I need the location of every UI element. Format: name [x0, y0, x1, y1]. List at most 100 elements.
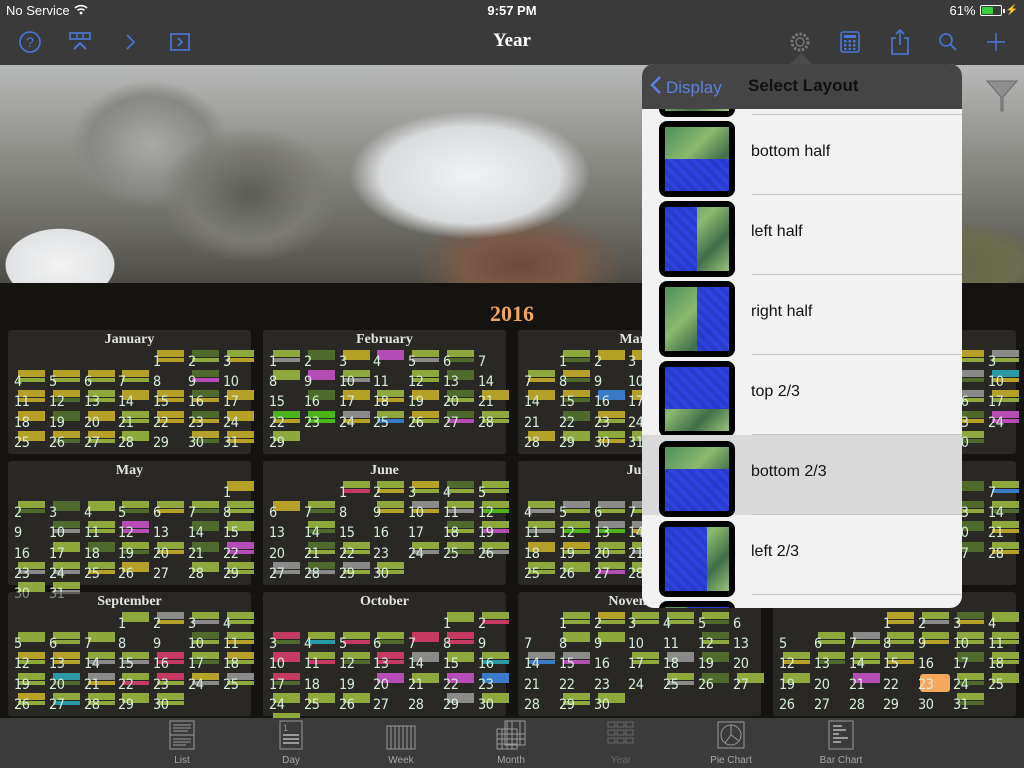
day-cell[interactable]: 25	[82, 561, 117, 582]
day-cell[interactable]: 23	[371, 542, 406, 562]
day-cell[interactable]: 23	[151, 672, 186, 693]
day-cell[interactable]: 19	[557, 541, 592, 562]
day-cell[interactable]: 26	[12, 692, 47, 713]
day-cell[interactable]: 5	[47, 370, 82, 390]
day-cell[interactable]: 23	[592, 410, 627, 431]
day-cell[interactable]: 22	[881, 673, 916, 693]
day-cell[interactable]: 24	[221, 410, 256, 431]
day-cell[interactable]: 22	[557, 673, 592, 693]
day-cell[interactable]: 30	[186, 430, 221, 451]
day-cell[interactable]: 12	[557, 521, 592, 541]
day-cell[interactable]: 13	[267, 521, 302, 541]
day-cell[interactable]: 25	[522, 561, 557, 582]
month-panel-november[interactable]: November 1 2 3 4 5 6 7 8 9 10 11 12 13 14 15 16 17 18 19 20 2…	[518, 592, 764, 716]
day-cell[interactable]: 10	[337, 370, 372, 390]
day-cell[interactable]: 7	[522, 632, 557, 652]
day-cell[interactable]: 5	[696, 612, 731, 632]
day-cell[interactable]: 5	[777, 632, 812, 652]
layout-option-bottom-two-thirds[interactable]: bottom 2/3	[642, 435, 962, 517]
day-cell[interactable]: 6	[731, 612, 766, 632]
day-cell[interactable]: 9	[302, 370, 337, 390]
day-cell[interactable]: 27	[592, 561, 627, 582]
day-cell[interactable]: 21	[847, 672, 882, 693]
day-cell[interactable]: 4	[441, 481, 476, 501]
day-cell[interactable]: 4	[661, 612, 696, 632]
day-cell[interactable]: 24	[986, 410, 1021, 431]
day-cell[interactable]: 9	[592, 632, 627, 652]
day-cell[interactable]: 29	[557, 692, 592, 713]
day-cell[interactable]: 26	[476, 541, 511, 562]
day-cell[interactable]: 21	[302, 541, 337, 562]
day-cell[interactable]: 30	[476, 692, 511, 713]
day-cell[interactable]: 22	[267, 410, 302, 431]
day-cell[interactable]: 19	[476, 521, 511, 541]
day-cell[interactable]: 17	[47, 541, 82, 562]
day-cell[interactable]: 26	[777, 693, 812, 713]
day-cell[interactable]: 19	[116, 541, 151, 562]
day-cell[interactable]: 3	[406, 481, 441, 501]
day-cell[interactable]: 6	[82, 370, 117, 390]
layout-options-list[interactable]: bottom half left half right half top 2/3 bot…	[642, 109, 962, 608]
day-cell[interactable]: 13	[441, 370, 476, 390]
day-cell[interactable]: 6	[371, 632, 406, 652]
day-cell[interactable]: 1	[267, 350, 302, 370]
day-cell[interactable]: 7	[476, 350, 511, 370]
day-cell[interactable]: 4	[82, 501, 117, 521]
day-cell[interactable]: 27	[151, 562, 186, 582]
day-cell[interactable]: 15	[557, 652, 592, 672]
day-cell[interactable]: 1	[116, 612, 151, 632]
day-cell[interactable]: 5	[476, 481, 511, 501]
calculator-icon[interactable]	[836, 30, 864, 54]
day-cell[interactable]: 25	[12, 430, 47, 451]
day-cell[interactable]: 4	[522, 501, 557, 521]
tab-year[interactable]: Year	[581, 720, 661, 768]
day-cell[interactable]: 25	[221, 672, 256, 693]
day-cell[interactable]: 11	[12, 390, 47, 410]
month-panel-september[interactable]: September 1 2 3 4 5 6 7 8 9 10 11 12 13 14 15 16 17 18 19 20…	[8, 592, 254, 716]
day-cell[interactable]: 20	[371, 672, 406, 693]
day-cell[interactable]: 7	[522, 370, 557, 390]
search-icon[interactable]	[934, 30, 962, 54]
day-cell[interactable]: 22	[221, 541, 256, 562]
day-cell[interactable]: 28	[522, 693, 557, 713]
day-cell[interactable]: 2	[12, 501, 47, 521]
day-cell[interactable]: 12	[12, 652, 47, 672]
day-cell[interactable]: 9	[186, 370, 221, 390]
day-cell[interactable]: 19	[12, 672, 47, 693]
day-cell[interactable]: 14	[82, 652, 117, 672]
day-cell[interactable]: 29	[221, 561, 256, 582]
day-cell[interactable]: 3	[951, 612, 986, 632]
day-cell[interactable]: 18	[82, 541, 117, 562]
day-cell[interactable]: 12	[696, 632, 731, 652]
day-cell[interactable]: 8	[116, 632, 151, 652]
day-cell[interactable]: 14	[302, 521, 337, 541]
day-cell[interactable]: 28	[406, 693, 441, 713]
day-cell[interactable]: 28	[476, 410, 511, 431]
day-cell[interactable]: 29	[557, 430, 592, 451]
day-cell[interactable]: 9	[371, 501, 406, 521]
day-cell[interactable]: 15	[441, 652, 476, 672]
day-cell[interactable]: 14	[522, 390, 557, 410]
day-cell[interactable]: 15	[881, 652, 916, 672]
day-cell[interactable]: 9	[151, 632, 186, 652]
day-cell[interactable]: 23	[476, 672, 511, 693]
day-cell[interactable]: 24	[951, 672, 986, 693]
day-cell[interactable]: 5	[337, 632, 372, 652]
day-cell[interactable]: 15	[337, 521, 372, 541]
day-cell[interactable]: 12	[777, 652, 812, 672]
day-cell[interactable]: 1	[557, 612, 592, 632]
day-cell[interactable]: 10	[221, 370, 256, 390]
day-cell[interactable]: 17	[626, 652, 661, 672]
day-cell[interactable]: 9	[592, 370, 627, 390]
day-cell[interactable]: 17	[221, 390, 256, 410]
day-cell[interactable]: 10	[626, 632, 661, 652]
month-panel-october[interactable]: October 1 2 3 4 5 6 7 8 9 10 11 12 13 14 15 16 17 18 19 20 21…	[263, 592, 509, 733]
day-cell[interactable]: 11	[82, 521, 117, 541]
day-cell[interactable]: 7	[186, 501, 221, 521]
day-cell[interactable]: 11	[371, 370, 406, 390]
day-cell[interactable]: 24	[47, 561, 82, 582]
day-cell[interactable]: 27	[82, 430, 117, 451]
day-cell[interactable]: 7	[406, 632, 441, 652]
day-cell[interactable]: 5	[406, 350, 441, 370]
day-cell[interactable]: 2	[151, 612, 186, 632]
